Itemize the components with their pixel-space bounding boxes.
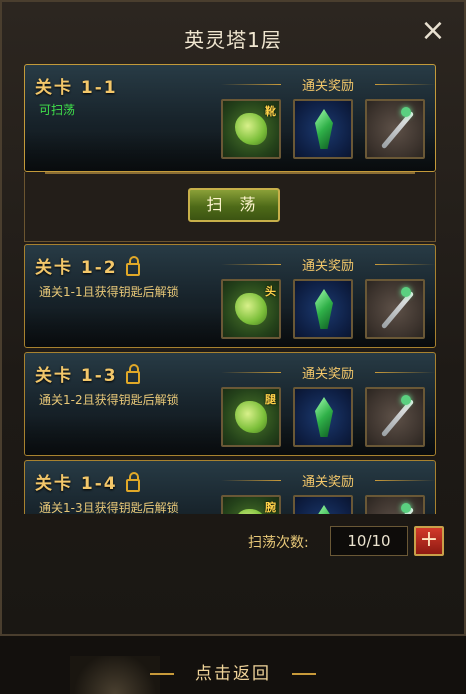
lock-icon <box>125 472 140 492</box>
rail-divider <box>45 172 415 174</box>
stage-card-3[interactable]: 关卡 1-3 通关1-2且获得钥匙后解锁 通关奖励 腿 <box>24 352 436 456</box>
gem-icon <box>315 505 333 514</box>
reward-label: 通关奖励 <box>221 75 435 94</box>
stage-name: 关卡 1-3 <box>35 361 140 386</box>
lock-icon <box>125 364 140 384</box>
reward-key-slot[interactable] <box>365 279 425 339</box>
reward-label: 通关奖励 <box>221 255 435 274</box>
sweep-button[interactable]: 扫 荡 <box>188 188 280 222</box>
key-icon <box>380 290 415 330</box>
stage-name: 关卡 1-4 <box>35 469 140 494</box>
unlock-condition: 通关1-1且获得钥匙后解锁 <box>39 285 179 299</box>
stage-name: 关卡 1-1 <box>35 78 118 98</box>
ore-icon <box>235 293 267 325</box>
ore-icon <box>235 509 267 514</box>
sweep-count-label: 扫荡次数: <box>248 535 309 551</box>
stage-status: 可扫荡 <box>39 103 76 117</box>
sweep-count-value: 10/10 <box>330 526 408 556</box>
unlock-condition: 通关1-2且获得钥匙后解锁 <box>39 393 179 407</box>
tower-panel: 英灵塔1层 × 关卡 1-1 可扫荡 通关奖励 靴 扫 荡 关卡 1-2 通关1… <box>0 0 466 636</box>
reward-key-slot[interactable] <box>365 387 425 447</box>
reward-key-slot[interactable] <box>365 495 425 514</box>
footer-portrait <box>70 656 160 694</box>
reward-label: 通关奖励 <box>221 363 435 382</box>
stage-name: 关卡 1-2 <box>35 253 140 278</box>
reward-tag: 头 <box>265 285 276 298</box>
stage-list[interactable]: 关卡 1-1 可扫荡 通关奖励 靴 扫 荡 关卡 1-2 通关1-1且获得钥匙后… <box>22 64 440 514</box>
stage-card-1[interactable]: 关卡 1-1 可扫荡 通关奖励 靴 <box>24 64 436 172</box>
panel-title: 英灵塔1层 <box>184 28 282 52</box>
close-icon[interactable]: × <box>418 16 448 46</box>
reward-tag: 靴 <box>265 105 276 118</box>
key-icon <box>380 398 415 438</box>
reward-gem-slot[interactable] <box>293 387 353 447</box>
stage-card-2[interactable]: 关卡 1-2 通关1-1且获得钥匙后解锁 通关奖励 头 <box>24 244 436 348</box>
gem-icon <box>315 289 333 329</box>
reward-label: 通关奖励 <box>221 471 435 490</box>
reward-gem-slot[interactable] <box>293 99 353 159</box>
reward-gem-slot[interactable] <box>293 279 353 339</box>
reward-tag: 腿 <box>265 393 276 406</box>
key-icon <box>380 110 415 150</box>
gem-icon <box>315 109 333 149</box>
unlock-condition: 通关1-3且获得钥匙后解锁 <box>39 501 179 514</box>
reward-ore-slot[interactable]: 腕 <box>221 495 281 514</box>
gem-icon <box>315 397 333 437</box>
return-button[interactable]: 点击返回 <box>150 660 316 688</box>
reward-ore-slot[interactable]: 靴 <box>221 99 281 159</box>
ore-icon <box>235 401 267 433</box>
reward-ore-slot[interactable]: 腿 <box>221 387 281 447</box>
reward-gem-slot[interactable] <box>293 495 353 514</box>
ore-icon <box>235 113 267 145</box>
reward-tag: 腕 <box>265 501 276 514</box>
lock-icon <box>125 256 140 276</box>
reward-ore-slot[interactable]: 头 <box>221 279 281 339</box>
reward-key-slot[interactable] <box>365 99 425 159</box>
stage-card-4[interactable]: 关卡 1-4 通关1-3且获得钥匙后解锁 通关奖励 腕 <box>24 460 436 514</box>
add-sweep-button[interactable]: + <box>414 526 444 556</box>
